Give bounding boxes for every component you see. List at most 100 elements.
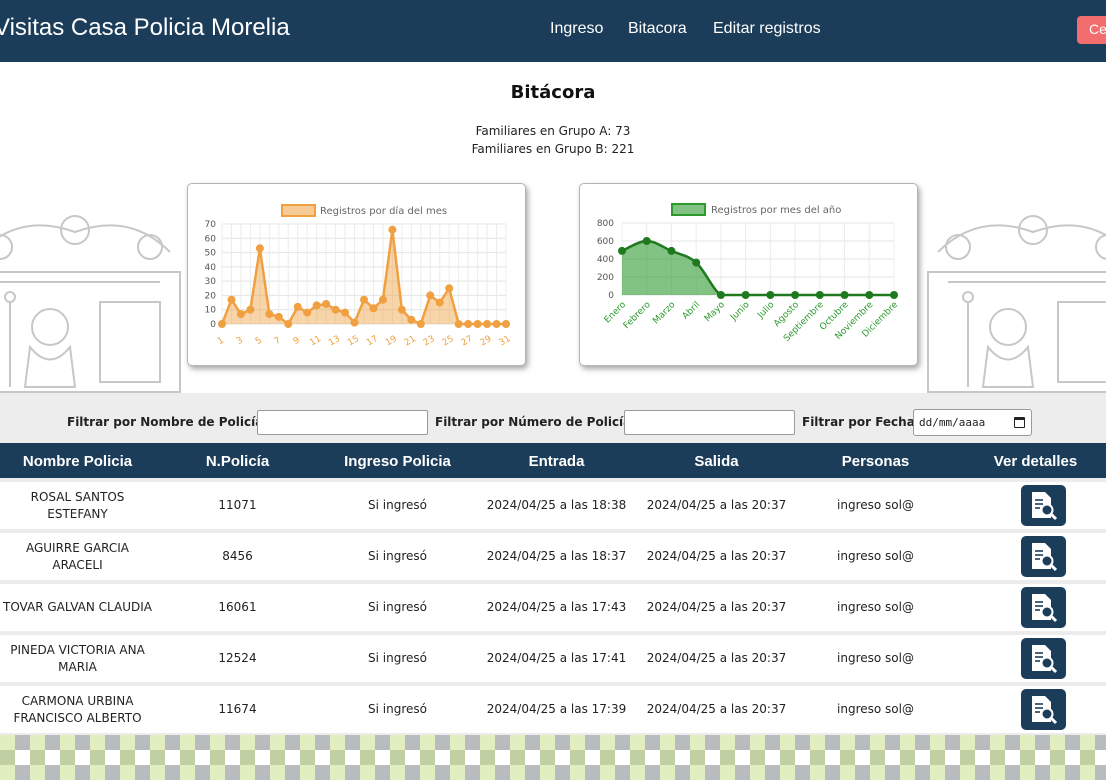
table-header: Nombre Policia N.Policía Ingreso Policia… xyxy=(0,443,1106,478)
view-details-button[interactable] xyxy=(1021,689,1066,730)
y-tick-label: 20 xyxy=(205,291,217,301)
data-point xyxy=(492,320,501,328)
data-point xyxy=(265,310,274,318)
header-entrada: Entrada xyxy=(528,453,585,470)
data-point xyxy=(483,320,492,328)
y-tick-label: 40 xyxy=(205,263,217,273)
filter-name-input[interactable] xyxy=(257,410,428,435)
header-numero-policia: N.Policía xyxy=(205,453,270,470)
data-point xyxy=(445,284,454,293)
x-tick-label: 29 xyxy=(479,334,494,349)
x-tick-label: 7 xyxy=(273,336,283,348)
table-body: ROSAL SANTOS ESTEFANY 11071 Si ingresó 2… xyxy=(0,478,1106,735)
y-tick-label: 70 xyxy=(205,220,217,230)
document-search-icon xyxy=(1032,594,1058,623)
x-tick-label: 31 xyxy=(498,334,513,348)
cell-entrada: 2024/04/25 a las 17:41 xyxy=(486,651,627,665)
document-search-icon xyxy=(1032,696,1058,725)
cell-salida: 2024/04/25 a las 20:37 xyxy=(646,600,787,614)
cell-entrada: 2024/04/25 a las 17:43 xyxy=(486,600,627,614)
table-row: TOVAR GALVAN CLAUDIA 16061 Si ingresó 20… xyxy=(0,584,1106,631)
table-row: ROSAL SANTOS ESTEFANY 11071 Si ingresó 2… xyxy=(0,482,1106,529)
cell-salida: 2024/04/25 a las 20:37 xyxy=(646,498,787,512)
filter-date-input[interactable]: dd/mm/aaaa xyxy=(913,409,1032,436)
page-title: Bitácora xyxy=(510,82,596,103)
calendar-icon[interactable] xyxy=(1014,417,1025,428)
y-tick-label: 60 xyxy=(205,234,217,244)
table-row: CARMONA URBINA FRANCISCO ALBERTO 11674 S… xyxy=(0,686,1106,733)
data-point xyxy=(312,301,321,310)
cell-salida: 2024/04/25 a las 20:37 xyxy=(646,702,787,716)
x-tick-label: 15 xyxy=(346,334,361,348)
data-point xyxy=(766,291,775,299)
view-details-button[interactable] xyxy=(1021,638,1066,679)
data-point xyxy=(236,310,245,318)
cell-ingreso: Si ingresó xyxy=(368,702,427,716)
table-row: PINEDA VICTORIA ANA MARIA 12524 Si ingre… xyxy=(0,635,1106,682)
data-point xyxy=(322,300,331,308)
filter-date-label: Filtrar por Fecha: xyxy=(802,415,920,429)
header-salida: Salida xyxy=(694,453,739,470)
cell-numero: 16061 xyxy=(218,600,257,614)
filter-number-label: Filtrar por Número de Policía: xyxy=(435,415,637,429)
cell-nombre: AGUIRRE GARCIA ARACELI xyxy=(25,540,130,572)
y-tick-label: 30 xyxy=(205,277,217,287)
cell-salida: 2024/04/25 a las 20:37 xyxy=(646,651,787,665)
x-tick-label: 27 xyxy=(460,334,475,348)
y-tick-label: 400 xyxy=(597,255,614,265)
logout-button[interactable]: Cerrar sesión xyxy=(1077,16,1106,44)
app-brand[interactable]: Visitas Casa Policia Morelia xyxy=(0,14,290,42)
view-details-button[interactable] xyxy=(1021,587,1066,628)
document-search-icon xyxy=(1032,645,1058,674)
cell-personas: ingreso sol@ xyxy=(837,702,914,716)
y-tick-label: 600 xyxy=(597,237,614,247)
filter-number-input[interactable] xyxy=(624,410,795,435)
filter-name-label: Filtrar por Nombre de Policía: xyxy=(67,415,269,429)
data-point xyxy=(274,312,283,321)
legend-swatch xyxy=(281,204,316,217)
data-point xyxy=(741,291,750,299)
cell-ingreso: Si ingresó xyxy=(368,600,427,614)
legend-label: Registros por día del mes xyxy=(320,205,447,217)
data-point xyxy=(378,295,387,304)
view-details-button[interactable] xyxy=(1021,485,1066,526)
group-a-count: Familiares en Grupo A: 73 xyxy=(475,124,631,138)
x-tick-label: Julio xyxy=(755,300,776,321)
x-tick-label: Mayo xyxy=(703,300,727,324)
x-tick-label: 25 xyxy=(441,334,456,348)
nav-link-ingreso[interactable]: Ingreso xyxy=(550,20,603,38)
data-point xyxy=(397,305,406,314)
monthly-chart: Registros por mes del año0200400600800En… xyxy=(597,203,900,344)
view-details-button[interactable] xyxy=(1021,536,1066,577)
x-tick-label: 11 xyxy=(308,334,323,348)
legend-swatch xyxy=(671,203,706,216)
x-tick-label: 21 xyxy=(403,334,418,348)
nav-link-bitacora[interactable]: Bitacora xyxy=(628,20,687,38)
daily-chart: Registros por día del mes 0 10 20 30 40 50 60 70… xyxy=(205,204,513,349)
header-ver-detalles: Ver detalles xyxy=(993,453,1078,470)
data-point xyxy=(426,291,435,300)
data-point xyxy=(246,305,255,314)
data-point xyxy=(502,320,510,328)
cell-nombre: ROSAL SANTOS ESTEFANY xyxy=(30,489,125,521)
data-point xyxy=(618,246,626,255)
x-tick-label: 23 xyxy=(422,334,437,348)
cell-numero: 11674 xyxy=(218,702,257,716)
data-point xyxy=(416,320,425,328)
header-ingreso-policia: Ingreso Policia xyxy=(344,453,451,470)
data-point xyxy=(815,291,824,299)
y-tick-label: 0 xyxy=(210,320,216,330)
nav-link-editar-registros[interactable]: Editar registros xyxy=(713,20,821,38)
x-tick-label: 9 xyxy=(292,335,302,347)
x-tick-label: 3 xyxy=(235,336,245,348)
cell-nombre: CARMONA URBINA FRANCISCO ALBERTO xyxy=(13,693,142,725)
data-point xyxy=(791,291,800,299)
data-point xyxy=(227,295,236,304)
x-tick-label: Junio xyxy=(728,300,752,324)
group-b-count: Familiares en Grupo B: 221 xyxy=(471,142,635,156)
data-point xyxy=(331,305,340,314)
footer-tint xyxy=(0,735,1106,780)
x-tick-label: Febrero xyxy=(622,300,653,331)
x-tick-label: 19 xyxy=(384,334,399,349)
cell-numero: 8456 xyxy=(222,549,253,563)
